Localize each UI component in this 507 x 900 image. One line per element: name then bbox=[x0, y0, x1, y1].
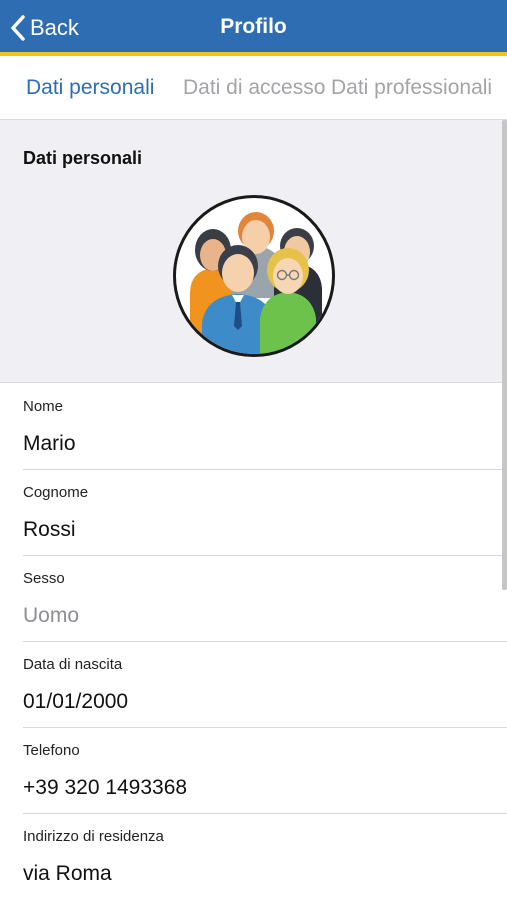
field-value[interactable]: Mario bbox=[23, 432, 76, 456]
tab-bar: Dati personali Dati di accesso Dati prof… bbox=[0, 56, 507, 120]
field-label: Cognome bbox=[23, 484, 89, 501]
field-label: Telefono bbox=[23, 742, 80, 759]
field-sesso[interactable]: Sesso Uomo bbox=[0, 556, 507, 642]
field-cognome[interactable]: Cognome Rossi bbox=[0, 470, 507, 556]
field-telefono[interactable]: Telefono +39 320 1493368 bbox=[0, 728, 507, 814]
tab-dati-personali[interactable]: Dati personali bbox=[26, 76, 154, 100]
section-header: Dati personali bbox=[0, 120, 507, 383]
field-value[interactable]: Uomo bbox=[23, 604, 79, 628]
field-value[interactable]: 01/01/2000 bbox=[23, 690, 128, 714]
navigation-bar: Back Profilo bbox=[0, 0, 507, 56]
scrollbar[interactable] bbox=[502, 120, 507, 590]
tab-dati-di-accesso[interactable]: Dati di accesso bbox=[183, 76, 325, 100]
field-data-di-nascita[interactable]: Data di nascita 01/01/2000 bbox=[0, 642, 507, 728]
group-people-icon bbox=[190, 212, 322, 354]
profile-screen: Back Profilo Dati personali Dati di acce… bbox=[0, 0, 507, 900]
field-indirizzo-di-residenza[interactable]: Indirizzo di residenza via Roma bbox=[0, 814, 507, 900]
field-label: Data di nascita bbox=[23, 656, 123, 673]
field-label: Sesso bbox=[23, 570, 65, 587]
field-label: Indirizzo di residenza bbox=[23, 828, 164, 845]
section-title: Dati personali bbox=[23, 148, 143, 168]
field-value[interactable]: +39 320 1493368 bbox=[23, 776, 187, 800]
avatar[interactable] bbox=[173, 195, 335, 357]
field-value[interactable]: via Roma bbox=[23, 862, 112, 886]
field-label: Nome bbox=[23, 398, 64, 415]
field-nome[interactable]: Nome Mario bbox=[0, 384, 507, 470]
page-title: Profilo bbox=[220, 15, 287, 38]
field-value[interactable]: Rossi bbox=[23, 518, 76, 542]
tab-dati-professionali[interactable]: Dati professionali bbox=[331, 76, 492, 100]
